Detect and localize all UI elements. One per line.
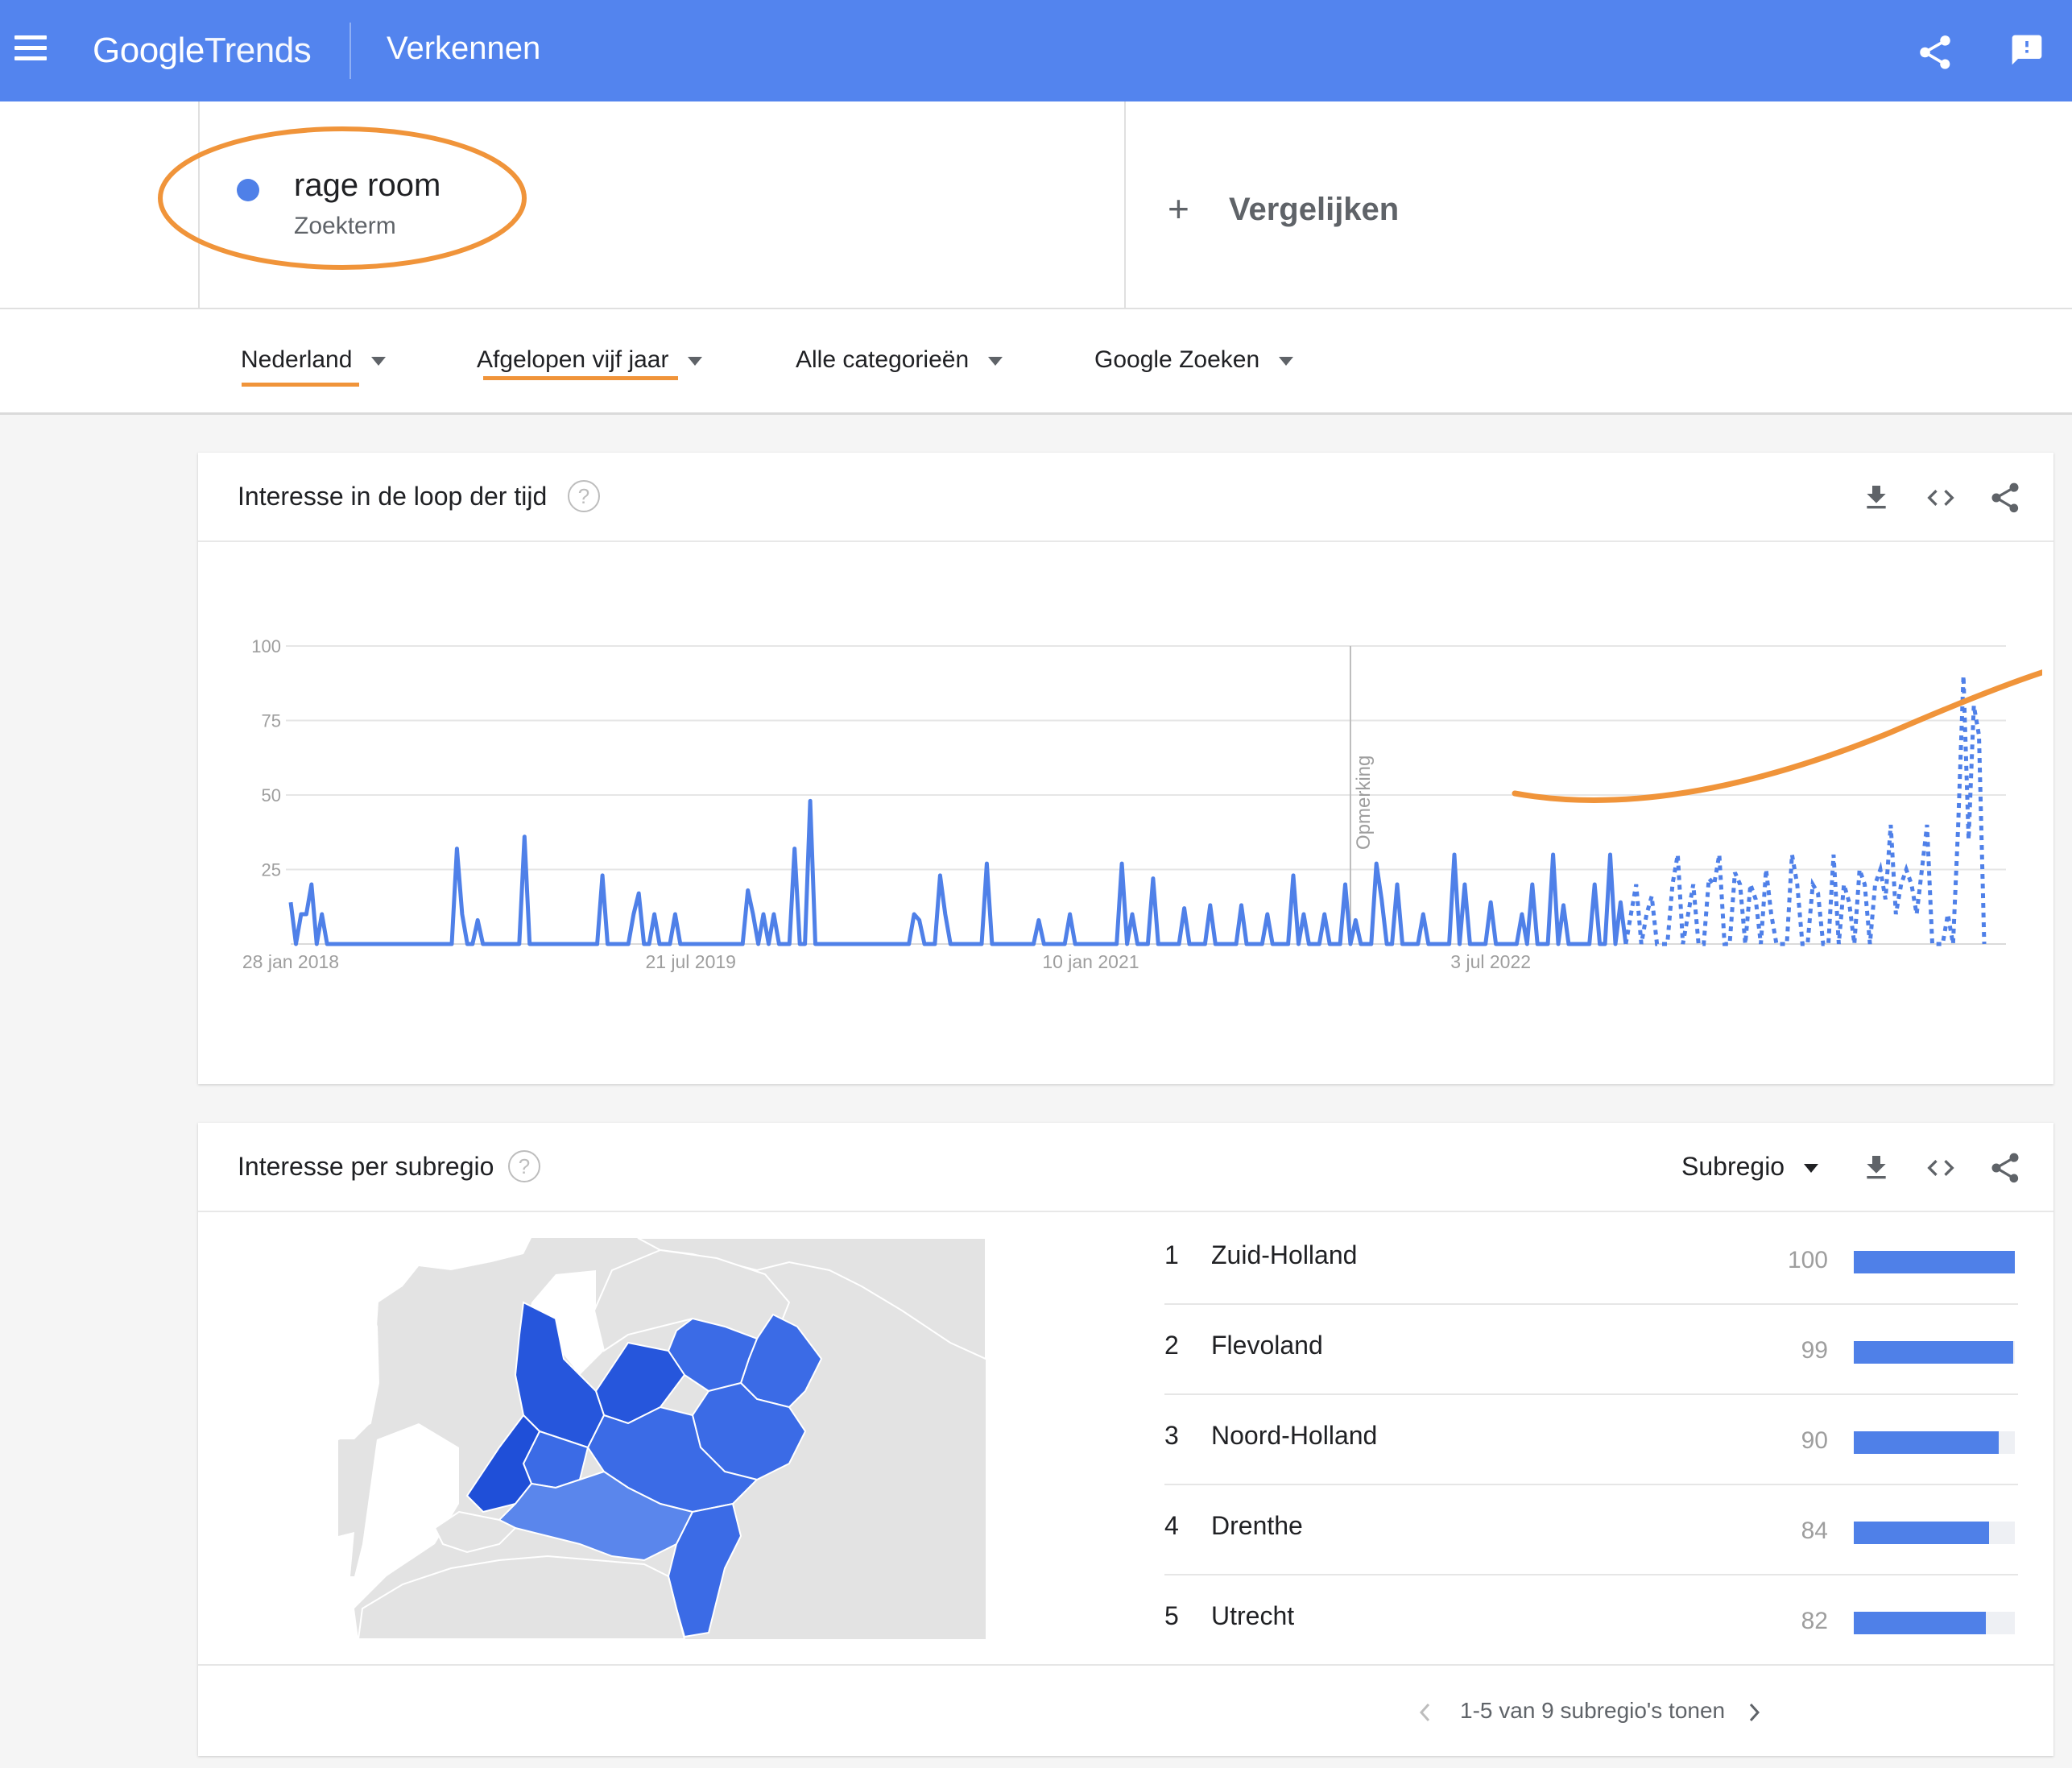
y-tick-label: 75	[262, 711, 281, 731]
google-trends-logo[interactable]: GoogleTrends	[93, 31, 312, 71]
row-region-name[interactable]: Flevoland	[1211, 1331, 1323, 1360]
filter-time-dropdown[interactable]: Afgelopen vijf jaar	[477, 346, 703, 374]
logo-google: Google	[93, 31, 205, 70]
dropdown-arrow-icon	[1279, 356, 1294, 366]
card-title: Interesse in de loop der tijd	[238, 482, 548, 511]
row-bar-fill	[1854, 1522, 1989, 1544]
row-region-name[interactable]: Drenthe	[1211, 1511, 1303, 1541]
netherlands-region-map[interactable]	[338, 1238, 986, 1639]
dropdown-arrow-icon	[1804, 1164, 1819, 1174]
row-separator	[1164, 1303, 2018, 1305]
row-rank: 3	[1164, 1421, 1179, 1450]
x-tick-label: 3 jul 2022	[1450, 951, 1531, 972]
row-separator	[1164, 1393, 2018, 1395]
filter-label: Alle categorieën	[796, 346, 970, 373]
row-bar-track	[1854, 1522, 2015, 1544]
x-tick-label: 10 jan 2021	[1042, 951, 1139, 972]
row-separator	[1164, 1574, 2018, 1575]
download-icon[interactable]	[1860, 480, 1892, 515]
filter-label: Nederland	[241, 346, 353, 373]
dropdown-arrow-icon	[371, 356, 387, 366]
dropdown-arrow-icon	[988, 356, 1003, 366]
y-tick-label: 50	[262, 785, 281, 805]
row-rank: 1	[1164, 1240, 1179, 1269]
card-title: Interesse per subregio	[238, 1152, 494, 1181]
card-separator	[198, 1211, 2053, 1212]
download-icon[interactable]	[1860, 1150, 1892, 1186]
row-bar-track	[1854, 1612, 2015, 1634]
resolution-dropdown[interactable]: Subregio	[1681, 1152, 1819, 1182]
filter-label: Afgelopen vijf jaar	[477, 346, 669, 373]
row-bar-track	[1854, 1251, 2015, 1273]
page-title: Verkennen	[387, 31, 541, 66]
row-separator	[1164, 1484, 2018, 1485]
filter-category-dropdown[interactable]: Alle categorieën	[796, 346, 1003, 374]
row-bar-fill	[1854, 1251, 2015, 1273]
filter-label: Google Zoeken	[1094, 346, 1260, 373]
row-rank: 2	[1164, 1331, 1179, 1360]
row-value: 90	[1801, 1427, 1828, 1454]
row-bar-fill	[1854, 1612, 1986, 1634]
share-icon[interactable]	[1987, 480, 2023, 515]
logo-trends: Trends	[204, 31, 312, 70]
term-divider	[1124, 101, 1126, 308]
feedback-icon[interactable]	[2008, 32, 2045, 68]
x-tick-label: 21 jul 2019	[645, 951, 736, 972]
row-value: 84	[1801, 1517, 1828, 1544]
row-region-name[interactable]: Utrecht	[1211, 1601, 1294, 1631]
row-bar-track	[1854, 1341, 2015, 1364]
row-rank: 4	[1164, 1511, 1179, 1540]
help-icon[interactable]: ?	[508, 1150, 540, 1182]
compare-label: Vergelijken	[1229, 192, 1400, 227]
row-region-name[interactable]: Noord-Holland	[1211, 1421, 1377, 1451]
share-icon[interactable]	[1915, 32, 1955, 72]
annotation-circle	[158, 126, 527, 270]
annotation-arrow	[1512, 669, 2042, 803]
share-icon[interactable]	[1987, 1150, 2023, 1186]
row-bar-fill	[1854, 1431, 1999, 1454]
chevron-right-icon[interactable]	[1744, 1700, 1764, 1725]
card-separator	[198, 1664, 2053, 1666]
help-icon[interactable]: ?	[568, 480, 600, 512]
filter-region-dropdown[interactable]: Nederland	[241, 346, 387, 374]
annotation-label: Opmerking	[1353, 756, 1375, 850]
dropdown-arrow-icon	[688, 356, 703, 366]
menu-icon[interactable]	[14, 35, 47, 63]
y-tick-label: 25	[262, 860, 281, 880]
interest-over-time-chart: 100 75 50 25 28 jan 2018 21 jul 2019 10 jan 20…	[242, 636, 2042, 972]
filter-searchtype-dropdown[interactable]: Google Zoeken	[1094, 346, 1294, 374]
annotation-underline	[242, 383, 359, 387]
row-value: 99	[1801, 1337, 1828, 1364]
embed-icon[interactable]	[1923, 1152, 1958, 1184]
row-rank: 5	[1164, 1601, 1179, 1630]
embed-icon[interactable]	[1923, 482, 1958, 514]
y-tick-label: 100	[251, 636, 281, 656]
series-line	[288, 798, 1628, 946]
x-tick-label: 28 jan 2018	[242, 951, 339, 972]
row-value: 100	[1787, 1247, 1828, 1273]
row-region-name[interactable]: Zuid-Holland	[1211, 1240, 1357, 1270]
plus-icon: +	[1168, 188, 1189, 230]
annotation-underline	[483, 376, 678, 380]
pagination-text: 1-5 van 9 subregio's tonen	[1460, 1698, 1726, 1723]
dropdown-label: Subregio	[1681, 1152, 1785, 1181]
header-divider	[349, 23, 351, 79]
card-separator	[198, 540, 2053, 542]
chevron-left-icon[interactable]	[1416, 1700, 1435, 1725]
row-bar-fill	[1854, 1341, 2013, 1364]
row-value: 82	[1801, 1608, 1828, 1634]
row-bar-track	[1854, 1431, 2015, 1454]
